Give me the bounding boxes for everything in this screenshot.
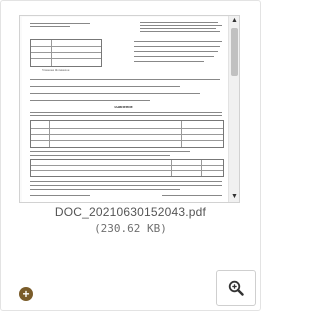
doc-line	[30, 26, 70, 27]
doc-heading: ЗАЯВЛЕНИЕ	[114, 105, 133, 109]
doc-line	[30, 23, 90, 24]
file-name: DOC_20210630152043.pdf	[54, 205, 207, 219]
doc-line	[134, 46, 220, 47]
doc-line	[30, 151, 190, 152]
doc-line	[134, 61, 204, 62]
doc-lower-table	[30, 159, 224, 177]
doc-applicant-name: Усманова Фотимахон	[42, 68, 70, 72]
doc-main-table	[30, 120, 224, 148]
doc-line	[30, 155, 170, 156]
doc-info-table	[30, 39, 102, 67]
doc-line	[140, 25, 222, 26]
doc-line	[134, 51, 218, 52]
doc-line	[30, 195, 90, 196]
file-card: Усманова Фотимахон ЗАЯВЛЕНИЕ ▲ ▼ DOC_202…	[0, 0, 261, 311]
preview-scrollbar[interactable]: ▲ ▼	[228, 16, 239, 202]
doc-line	[134, 41, 222, 42]
scroll-up-arrow-icon[interactable]: ▲	[229, 16, 239, 26]
scroll-down-arrow-icon[interactable]: ▼	[229, 192, 239, 202]
doc-line	[30, 79, 220, 80]
doc-line	[30, 100, 150, 101]
doc-line	[30, 86, 180, 87]
file-size: (230.62 KB)	[94, 222, 167, 235]
pdf-page-thumbnail: Усманова Фотимахон ЗАЯВЛЕНИЕ	[22, 17, 230, 202]
doc-line	[30, 93, 200, 94]
doc-line	[30, 112, 222, 113]
doc-line	[30, 115, 222, 116]
doc-line	[30, 189, 180, 190]
plus-circle-icon[interactable]: +	[19, 287, 33, 301]
document-preview[interactable]: Усманова Фотимахон ЗАЯВЛЕНИЕ ▲ ▼	[19, 15, 240, 203]
doc-line	[140, 22, 218, 23]
doc-line	[140, 31, 220, 32]
doc-line	[30, 181, 222, 182]
doc-line	[30, 185, 222, 186]
zoom-in-icon	[228, 280, 244, 296]
scrollbar-thumb[interactable]	[231, 28, 238, 76]
doc-line	[162, 195, 222, 196]
doc-line	[134, 56, 214, 57]
doc-line	[140, 28, 216, 29]
zoom-button[interactable]	[216, 270, 256, 306]
